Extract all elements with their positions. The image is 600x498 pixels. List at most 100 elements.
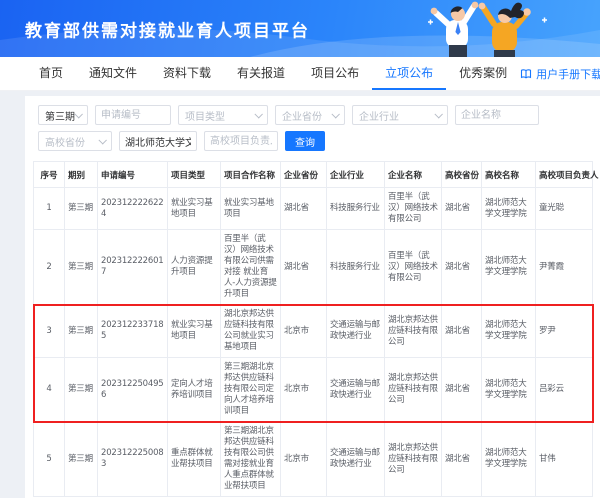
table-cell: 湖北京邦达供应链科技有限公司 — [385, 305, 442, 358]
table-body: 1第三期2023122226224就业实习基地项目就业实习基地项目湖北省科技服务… — [34, 188, 593, 497]
nav-item-project-announcement[interactable]: 项目公布 — [298, 57, 372, 90]
enterprise-industry-select[interactable]: 企业行业 — [352, 105, 448, 125]
table-cell: 科技服务行业 — [327, 188, 385, 230]
period-select[interactable]: 第三期 — [38, 105, 88, 125]
period-select-value: 第三期 — [45, 108, 75, 123]
table-cell: 湖北师范大学文理学院 — [482, 230, 536, 305]
nav-item-label: 优秀案例 — [459, 66, 507, 80]
nav-item-notices[interactable]: 通知文件 — [76, 57, 150, 90]
nav-item-label: 有关报道 — [237, 66, 285, 80]
nav-item-home[interactable]: 首页 — [26, 57, 76, 90]
highlight-box: 3第三期2023122337185就业实习基地项目湖北京邦达供应链科技有限公司就… — [34, 305, 593, 422]
project-type-select[interactable]: 项目类型 — [178, 105, 268, 125]
table-row: 1第三期2023122226224就业实习基地项目就业实习基地项目湖北省科技服务… — [34, 188, 593, 230]
table-cell: 重点群体就业帮扶项目 — [168, 422, 221, 497]
table-row: 2第三期2023122226017人力资源提升项目百里半（武汉）网络技术有限公司… — [34, 230, 593, 305]
content-panel: 第三期 项目类型 企业省份 企业行业 高校省份 — [25, 96, 600, 498]
filter-row-1: 第三期 项目类型 企业省份 企业行业 — [38, 105, 587, 125]
table-cell: 湖北省 — [442, 188, 482, 230]
table-cell: 湖北师范大学文理学院 — [482, 188, 536, 230]
table-cell: 湖北京邦达供应链科技有限公司 — [385, 422, 442, 497]
table-cell: 交通运输与邮政快递行业 — [327, 358, 385, 422]
table-cell: 湖北省 — [442, 422, 482, 497]
table-header-cell: 期别 — [65, 162, 98, 188]
table-header-cell: 高校名称 — [482, 162, 536, 188]
filter-row-2: 高校省份 查询 — [38, 131, 587, 151]
table-cell: 2023122337185 — [98, 305, 168, 358]
table-cell: 湖北省 — [442, 305, 482, 358]
results-table: 序号期别申请编号项目类型项目合作名称企业省份企业行业企业名称高校省份高校名称高校… — [33, 161, 593, 497]
table-cell: 湖北省 — [442, 230, 482, 305]
nav-item-approval-announcement[interactable]: 立项公布 — [372, 57, 446, 90]
high-five-people-illustration — [422, 0, 552, 57]
school-name-input[interactable] — [119, 131, 197, 151]
enterprise-industry-placeholder: 企业行业 — [359, 108, 399, 123]
application-no-input[interactable] — [95, 105, 171, 125]
table-header-cell: 序号 — [34, 162, 65, 188]
project-type-placeholder: 项目类型 — [185, 108, 225, 123]
filter-bar: 第三期 项目类型 企业省份 企业行业 高校省份 — [25, 105, 600, 151]
table-row: 3第三期2023122337185就业实习基地项目湖北京邦达供应链科技有限公司就… — [34, 305, 593, 358]
table-cell: 2023122504956 — [98, 358, 168, 422]
table-header-cell: 申请编号 — [98, 162, 168, 188]
school-leader-input[interactable] — [204, 131, 278, 151]
table-cell: 2023122250083 — [98, 422, 168, 497]
table-cell: 2 — [34, 230, 65, 305]
table-cell: 第三期 — [65, 188, 98, 230]
table-cell: 交通运输与邮政快递行业 — [327, 305, 385, 358]
enterprise-province-select[interactable]: 企业省份 — [275, 105, 345, 125]
nav-item-cases[interactable]: 优秀案例 — [446, 57, 520, 90]
table-header-cell: 高校项目负责人 — [536, 162, 593, 188]
table-header-cell: 项目类型 — [168, 162, 221, 188]
platform-title: 教育部供需对接就业育人项目平台 — [25, 16, 310, 41]
table-cell: 就业实习基地项目 — [168, 305, 221, 358]
enterprise-province-placeholder: 企业省份 — [282, 108, 322, 123]
table-cell: 第三期湖北京邦达供应链科技有限公司供需对接就业育人重点群体就业帮扶项目 — [221, 422, 281, 497]
book-icon — [520, 68, 532, 80]
search-button[interactable]: 查询 — [285, 131, 325, 151]
table-cell: 第三期 — [65, 305, 98, 358]
chevron-down-icon — [98, 136, 106, 144]
table-cell: 4 — [34, 358, 65, 422]
table-header-cell: 项目合作名称 — [221, 162, 281, 188]
nav-item-reports[interactable]: 有关报道 — [224, 57, 298, 90]
table-cell: 2023122226224 — [98, 188, 168, 230]
table-cell: 湖北师范大学文理学院 — [482, 305, 536, 358]
chevron-down-icon — [254, 110, 262, 118]
table-cell: 1 — [34, 188, 65, 230]
chevron-down-icon — [434, 110, 442, 118]
table-cell: 第三期 — [65, 358, 98, 422]
nav-item-label: 首页 — [39, 66, 63, 80]
school-province-select[interactable]: 高校省份 — [38, 131, 112, 151]
table-cell: 湖北京邦达供应链科技有限公司就业实习基地项目 — [221, 305, 281, 358]
table-cell: 湖北京邦达供应链科技有限公司 — [385, 358, 442, 422]
table-cell: 交通运输与邮政快递行业 — [327, 422, 385, 497]
table-cell: 北京市 — [281, 305, 327, 358]
table-head: 序号期别申请编号项目类型项目合作名称企业省份企业行业企业名称高校省份高校名称高校… — [34, 162, 593, 188]
table-cell: 尹菁霞 — [536, 230, 593, 305]
table-cell: 第三期湖北京邦达供应链科技有限公司定向人才培养培训项目 — [221, 358, 281, 422]
table-row: 4第三期2023122504956定向人才培养培训项目第三期湖北京邦达供应链科技… — [34, 358, 593, 422]
user-manual-download-link[interactable]: 用户手册下载 — [520, 66, 600, 82]
table-cell: 百里半（武汉）网络技术有限公司 — [385, 188, 442, 230]
enterprise-name-input[interactable] — [455, 105, 539, 125]
table-cell: 第三期 — [65, 230, 98, 305]
top-banner: 教育部供需对接就业育人项目平台 — [0, 0, 600, 57]
chevron-down-icon — [331, 110, 339, 118]
table-cell: 3 — [34, 305, 65, 358]
table-cell: 湖北省 — [281, 230, 327, 305]
table-cell: 湖北省 — [442, 358, 482, 422]
main-nav: 首页 通知文件 资料下载 有关报道 项目公布 立项公布 优秀案例 用户手册下载 … — [0, 57, 600, 91]
table-cell: 2023122226017 — [98, 230, 168, 305]
user-manual-label: 用户手册下载 — [536, 66, 600, 82]
nav-right-area: 用户手册下载 登录 — [520, 62, 600, 86]
nav-item-downloads[interactable]: 资料下载 — [150, 57, 224, 90]
table-cell: 北京市 — [281, 358, 327, 422]
table-cell: 甘伟 — [536, 422, 593, 497]
table-cell: 科技服务行业 — [327, 230, 385, 305]
nav-item-label: 立项公布 — [385, 66, 433, 80]
table-header-cell: 企业行业 — [327, 162, 385, 188]
table-header-cell: 高校省份 — [442, 162, 482, 188]
nav-item-label: 项目公布 — [311, 66, 359, 80]
table-cell: 就业实习基地项目 — [168, 188, 221, 230]
